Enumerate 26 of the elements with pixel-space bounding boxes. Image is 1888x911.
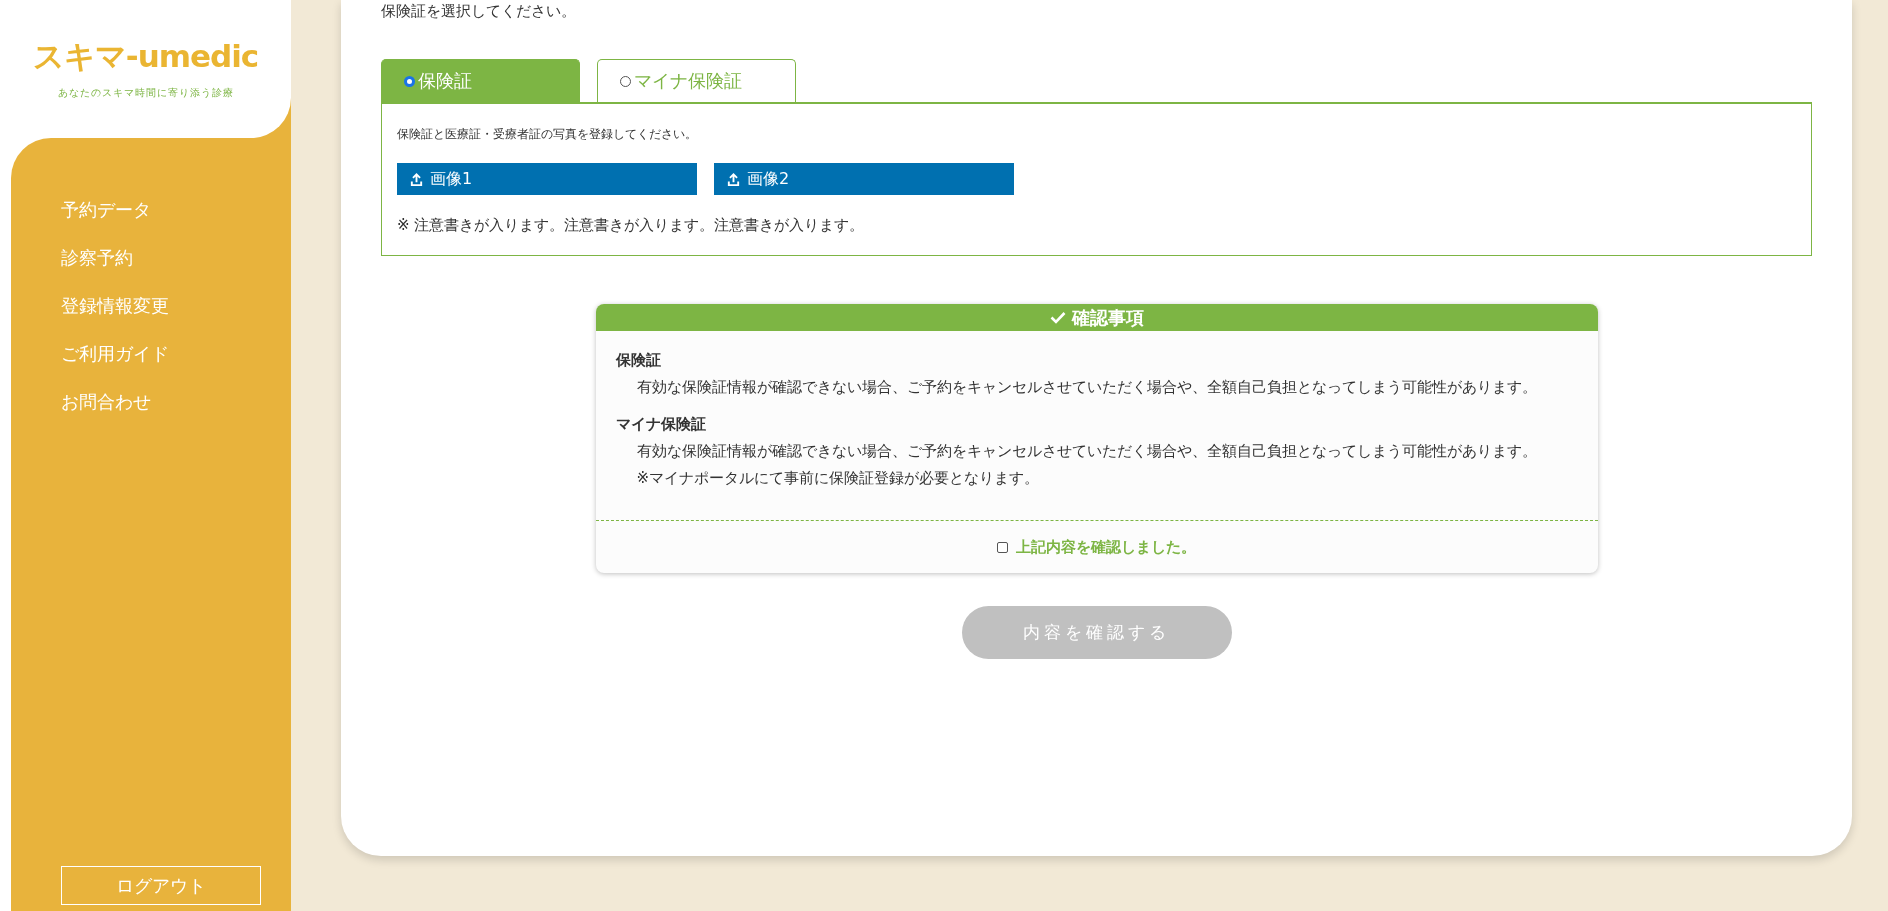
upload-icon: [726, 171, 741, 187]
logo: スキマ-umedic: [32, 37, 259, 76]
nav-link[interactable]: 登録情報変更: [61, 282, 169, 330]
confirm-title: 確認事項: [1071, 305, 1144, 330]
section-heading: 保険証: [615, 351, 662, 370]
section-heading: マイナ保険証: [615, 415, 707, 434]
instruction-text: 保険証を選択してください。: [381, 2, 577, 21]
note-text: ※ 注意書きが入ります。注意書きが入ります。注意書きが入ります。: [397, 216, 866, 235]
section-text: ※マイナポータルにて事前に保険証登録が必要となります。: [635, 468, 1041, 489]
logout-button[interactable]: ログアウト: [61, 866, 261, 905]
upload-button[interactable]: 画像1: [397, 163, 697, 195]
section-text: 有効な保険証情報が確認できない場合、ご予約をキャンセルさせていただく場合や、全額自己負担となってしまう可能性があります。: [635, 441, 1538, 462]
check-icon: [1049, 311, 1066, 324]
logo-tagline: あなたのスキマ時間に寄り添う診療: [57, 86, 234, 100]
upload-icon: [409, 171, 424, 187]
panel-text: 保険証と医療証・受療者証の写真を登録してください。: [397, 126, 698, 143]
section-text: 有効な保険証情報が確認できない場合、ご予約をキャンセルさせていただく場合や、全額自己負担となってしまう可能性があります。: [635, 377, 1538, 398]
nav-link[interactable]: お問合わせ: [61, 378, 151, 426]
upload-button[interactable]: 画像2: [714, 163, 1014, 195]
checkbox[interactable]: [997, 541, 1008, 553]
nav-link[interactable]: 診察予約: [61, 234, 133, 282]
tab[interactable]: マイナ保険証: [597, 59, 796, 102]
checkbox-label[interactable]: 上記内容を確認しました。: [1016, 537, 1196, 557]
tab[interactable]: 保険証: [381, 59, 580, 102]
nav-link[interactable]: 予約データ: [61, 186, 151, 234]
nav-link[interactable]: ご利用ガイド: [61, 330, 169, 378]
